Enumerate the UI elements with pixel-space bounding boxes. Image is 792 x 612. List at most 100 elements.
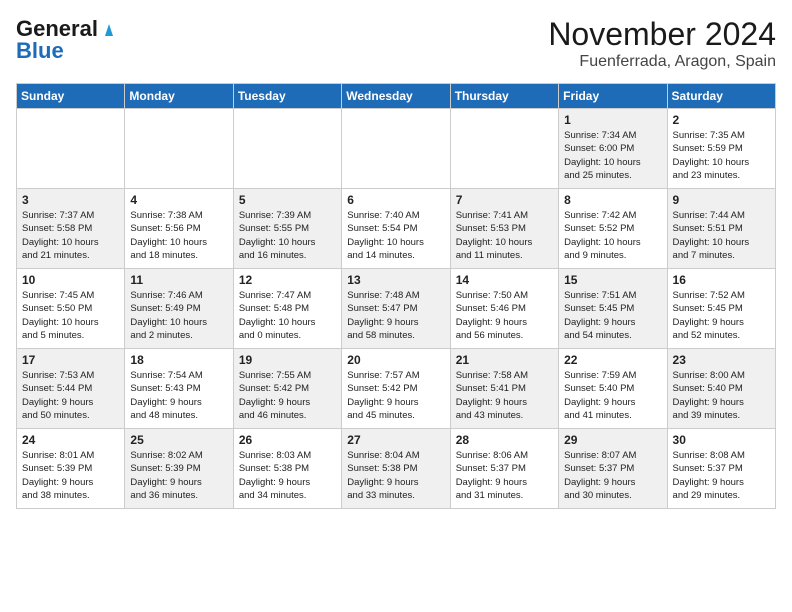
calendar-cell [233, 109, 341, 189]
day-info: Sunrise: 7:54 AM Sunset: 5:43 PM Dayligh… [130, 369, 227, 422]
day-info: Sunrise: 7:42 AM Sunset: 5:52 PM Dayligh… [564, 209, 661, 262]
calendar-cell: 20 Sunrise: 7:57 AM Sunset: 5:42 PM Dayli… [342, 349, 450, 429]
calendar-cell: 8 Sunrise: 7:42 AM Sunset: 5:52 PM Daylig… [559, 189, 667, 269]
calendar-week-row: 3 Sunrise: 7:37 AM Sunset: 5:58 PM Daylig… [17, 189, 776, 269]
day-number: 17 [22, 353, 119, 367]
calendar-cell: 5 Sunrise: 7:39 AM Sunset: 5:55 PM Daylig… [233, 189, 341, 269]
day-info: Sunrise: 7:39 AM Sunset: 5:55 PM Dayligh… [239, 209, 336, 262]
calendar-cell: 19Sunrise: 7:55 AM Sunset: 5:42 PM Dayli… [233, 349, 341, 429]
day-header-tuesday: Tuesday [233, 84, 341, 109]
day-number: 9 [673, 193, 770, 207]
day-number: 14 [456, 273, 553, 287]
calendar-cell: 25 Sunrise: 8:02 AM Sunset: 5:39 PM Dayli… [125, 429, 233, 509]
day-number: 20 [347, 353, 444, 367]
calendar-cell: 30 Sunrise: 8:08 AM Sunset: 5:37 PM Dayli… [667, 429, 775, 509]
day-number: 13 [347, 273, 444, 287]
page-header: General Blue November 2024 Fuenferrada, … [16, 16, 776, 71]
calendar-week-row: 1 Sunrise: 7:34 AM Sunset: 6:00 PM Daylig… [17, 109, 776, 189]
day-number: 10 [22, 273, 119, 287]
day-info: Sunrise: 7:46 AM Sunset: 5:49 PM Dayligh… [130, 289, 227, 342]
calendar-cell [125, 109, 233, 189]
calendar-cell: 7Sunrise: 7:41 AM Sunset: 5:53 PM Daylig… [450, 189, 558, 269]
day-number: 16 [673, 273, 770, 287]
day-info: Sunrise: 8:01 AM Sunset: 5:39 PM Dayligh… [22, 449, 119, 502]
day-number: 27 [347, 433, 444, 447]
logo-blue: Blue [16, 38, 64, 64]
day-number: 15 [564, 273, 661, 287]
calendar-cell: 3 Sunrise: 7:37 AM Sunset: 5:58 PM Daylig… [17, 189, 125, 269]
calendar-cell: 16Sunrise: 7:52 AM Sunset: 5:45 PM Dayli… [667, 269, 775, 349]
calendar-cell: 17 Sunrise: 7:53 AM Sunset: 5:44 PM Dayli… [17, 349, 125, 429]
calendar-cell: 4 Sunrise: 7:38 AM Sunset: 5:56 PM Daylig… [125, 189, 233, 269]
day-number: 30 [673, 433, 770, 447]
day-info: Sunrise: 7:40 AM Sunset: 5:54 PM Dayligh… [347, 209, 444, 262]
day-number: 7 [456, 193, 553, 207]
day-info: Sunrise: 8:04 AM Sunset: 5:38 PM Dayligh… [347, 449, 444, 502]
day-info: Sunrise: 7:37 AM Sunset: 5:58 PM Dayligh… [22, 209, 119, 262]
calendar-week-row: 17 Sunrise: 7:53 AM Sunset: 5:44 PM Dayli… [17, 349, 776, 429]
day-header-wednesday: Wednesday [342, 84, 450, 109]
day-number: 6 [347, 193, 444, 207]
day-number: 5 [239, 193, 336, 207]
day-number: 8 [564, 193, 661, 207]
day-number: 22 [564, 353, 661, 367]
day-number: 11 [130, 273, 227, 287]
day-info: Sunrise: 8:06 AM Sunset: 5:37 PM Dayligh… [456, 449, 553, 502]
day-header-friday: Friday [559, 84, 667, 109]
day-header-saturday: Saturday [667, 84, 775, 109]
calendar-cell: 28 Sunrise: 8:06 AM Sunset: 5:37 PM Dayli… [450, 429, 558, 509]
calendar-table: SundayMondayTuesdayWednesdayThursdayFrid… [16, 83, 776, 509]
calendar-cell: 9 Sunrise: 7:44 AM Sunset: 5:51 PM Daylig… [667, 189, 775, 269]
calendar-cell: 14 Sunrise: 7:50 AM Sunset: 5:46 PM Dayli… [450, 269, 558, 349]
location-subtitle: Fuenferrada, Aragon, Spain [548, 53, 776, 71]
day-info: Sunrise: 7:59 AM Sunset: 5:40 PM Dayligh… [564, 369, 661, 422]
calendar-cell: 13 Sunrise: 7:48 AM Sunset: 5:47 PM Dayli… [342, 269, 450, 349]
day-header-sunday: Sunday [17, 84, 125, 109]
day-number: 4 [130, 193, 227, 207]
calendar-cell: 22 Sunrise: 7:59 AM Sunset: 5:40 PM Dayli… [559, 349, 667, 429]
day-info: Sunrise: 7:53 AM Sunset: 5:44 PM Dayligh… [22, 369, 119, 422]
calendar-cell [17, 109, 125, 189]
day-info: Sunrise: 7:45 AM Sunset: 5:50 PM Dayligh… [22, 289, 119, 342]
day-info: Sunrise: 7:47 AM Sunset: 5:48 PM Dayligh… [239, 289, 336, 342]
calendar-cell: 26 Sunrise: 8:03 AM Sunset: 5:38 PM Dayli… [233, 429, 341, 509]
month-title: November 2024 [548, 16, 776, 53]
calendar-week-row: 24 Sunrise: 8:01 AM Sunset: 5:39 PM Dayli… [17, 429, 776, 509]
calendar-cell: 15 Sunrise: 7:51 AM Sunset: 5:45 PM Dayli… [559, 269, 667, 349]
day-number: 24 [22, 433, 119, 447]
day-info: Sunrise: 8:08 AM Sunset: 5:37 PM Dayligh… [673, 449, 770, 502]
day-number: 25 [130, 433, 227, 447]
day-number: 1 [564, 113, 661, 127]
calendar-cell [450, 109, 558, 189]
day-number: 2 [673, 113, 770, 127]
day-number: 19 [239, 353, 336, 367]
day-number: 28 [456, 433, 553, 447]
day-info: Sunrise: 8:02 AM Sunset: 5:39 PM Dayligh… [130, 449, 227, 502]
calendar-cell: 27 Sunrise: 8:04 AM Sunset: 5:38 PM Dayli… [342, 429, 450, 509]
day-number: 26 [239, 433, 336, 447]
day-header-monday: Monday [125, 84, 233, 109]
day-number: 29 [564, 433, 661, 447]
day-info: Sunrise: 7:57 AM Sunset: 5:42 PM Dayligh… [347, 369, 444, 422]
calendar-cell: 23Sunrise: 8:00 AM Sunset: 5:40 PM Dayli… [667, 349, 775, 429]
calendar-week-row: 10 Sunrise: 7:45 AM Sunset: 5:50 PM Dayli… [17, 269, 776, 349]
calendar-cell: 6 Sunrise: 7:40 AM Sunset: 5:54 PM Daylig… [342, 189, 450, 269]
day-info: Sunrise: 8:07 AM Sunset: 5:37 PM Dayligh… [564, 449, 661, 502]
day-number: 23 [673, 353, 770, 367]
day-number: 18 [130, 353, 227, 367]
day-info: Sunrise: 8:03 AM Sunset: 5:38 PM Dayligh… [239, 449, 336, 502]
day-number: 21 [456, 353, 553, 367]
calendar-cell: 1 Sunrise: 7:34 AM Sunset: 6:00 PM Daylig… [559, 109, 667, 189]
day-info: Sunrise: 7:50 AM Sunset: 5:46 PM Dayligh… [456, 289, 553, 342]
day-info: Sunrise: 7:44 AM Sunset: 5:51 PM Dayligh… [673, 209, 770, 262]
day-number: 3 [22, 193, 119, 207]
day-info: Sunrise: 7:38 AM Sunset: 5:56 PM Dayligh… [130, 209, 227, 262]
logo-triangle-icon [100, 20, 118, 38]
calendar-cell: 11 Sunrise: 7:46 AM Sunset: 5:49 PM Dayli… [125, 269, 233, 349]
day-info: Sunrise: 7:34 AM Sunset: 6:00 PM Dayligh… [564, 129, 661, 182]
day-header-thursday: Thursday [450, 84, 558, 109]
calendar-cell: 29 Sunrise: 8:07 AM Sunset: 5:37 PM Dayli… [559, 429, 667, 509]
day-info: Sunrise: 7:58 AM Sunset: 5:41 PM Dayligh… [456, 369, 553, 422]
day-info: Sunrise: 7:51 AM Sunset: 5:45 PM Dayligh… [564, 289, 661, 342]
day-info: Sunrise: 7:48 AM Sunset: 5:47 PM Dayligh… [347, 289, 444, 342]
